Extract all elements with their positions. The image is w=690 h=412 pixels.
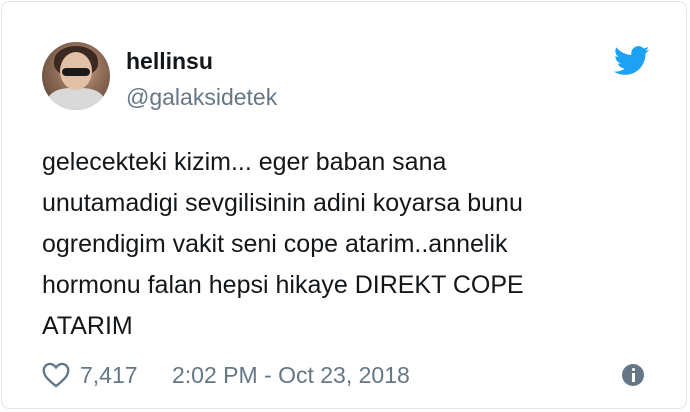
- avatar-glasses: [62, 68, 90, 76]
- tweet-text: gelecekteki kizim... eger baban sana unu…: [42, 142, 662, 347]
- twitter-bird-icon[interactable]: [614, 46, 650, 76]
- tweet-footer: 7,417 2:02 PM - Oct 23, 2018: [42, 360, 662, 390]
- tweet-text-line: hormonu falan hepsi hikaye DIREKT COPE: [42, 271, 524, 299]
- tweet-text-line: gelecekteki kizim... eger baban sana: [42, 148, 447, 176]
- avatar[interactable]: [42, 42, 110, 110]
- user-handle[interactable]: @galaksidetek: [126, 84, 277, 111]
- avatar-shirt: [48, 88, 104, 110]
- tweet-card: hellinsu @galaksidetek gelecekteki kizim…: [1, 1, 687, 409]
- tweet-text-line: ATARIM: [42, 312, 133, 340]
- heart-icon[interactable]: [42, 362, 70, 388]
- display-name[interactable]: hellinsu: [126, 48, 213, 75]
- info-icon[interactable]: [622, 364, 644, 386]
- tweet-text-line: ogrendigim vakit seni cope atarim..annel…: [42, 230, 508, 258]
- like-count[interactable]: 7,417: [80, 362, 138, 389]
- tweet-text-line: unutamadigi sevgilisinin adini koyarsa b…: [42, 189, 523, 217]
- tweet-timestamp[interactable]: 2:02 PM - Oct 23, 2018: [172, 362, 410, 389]
